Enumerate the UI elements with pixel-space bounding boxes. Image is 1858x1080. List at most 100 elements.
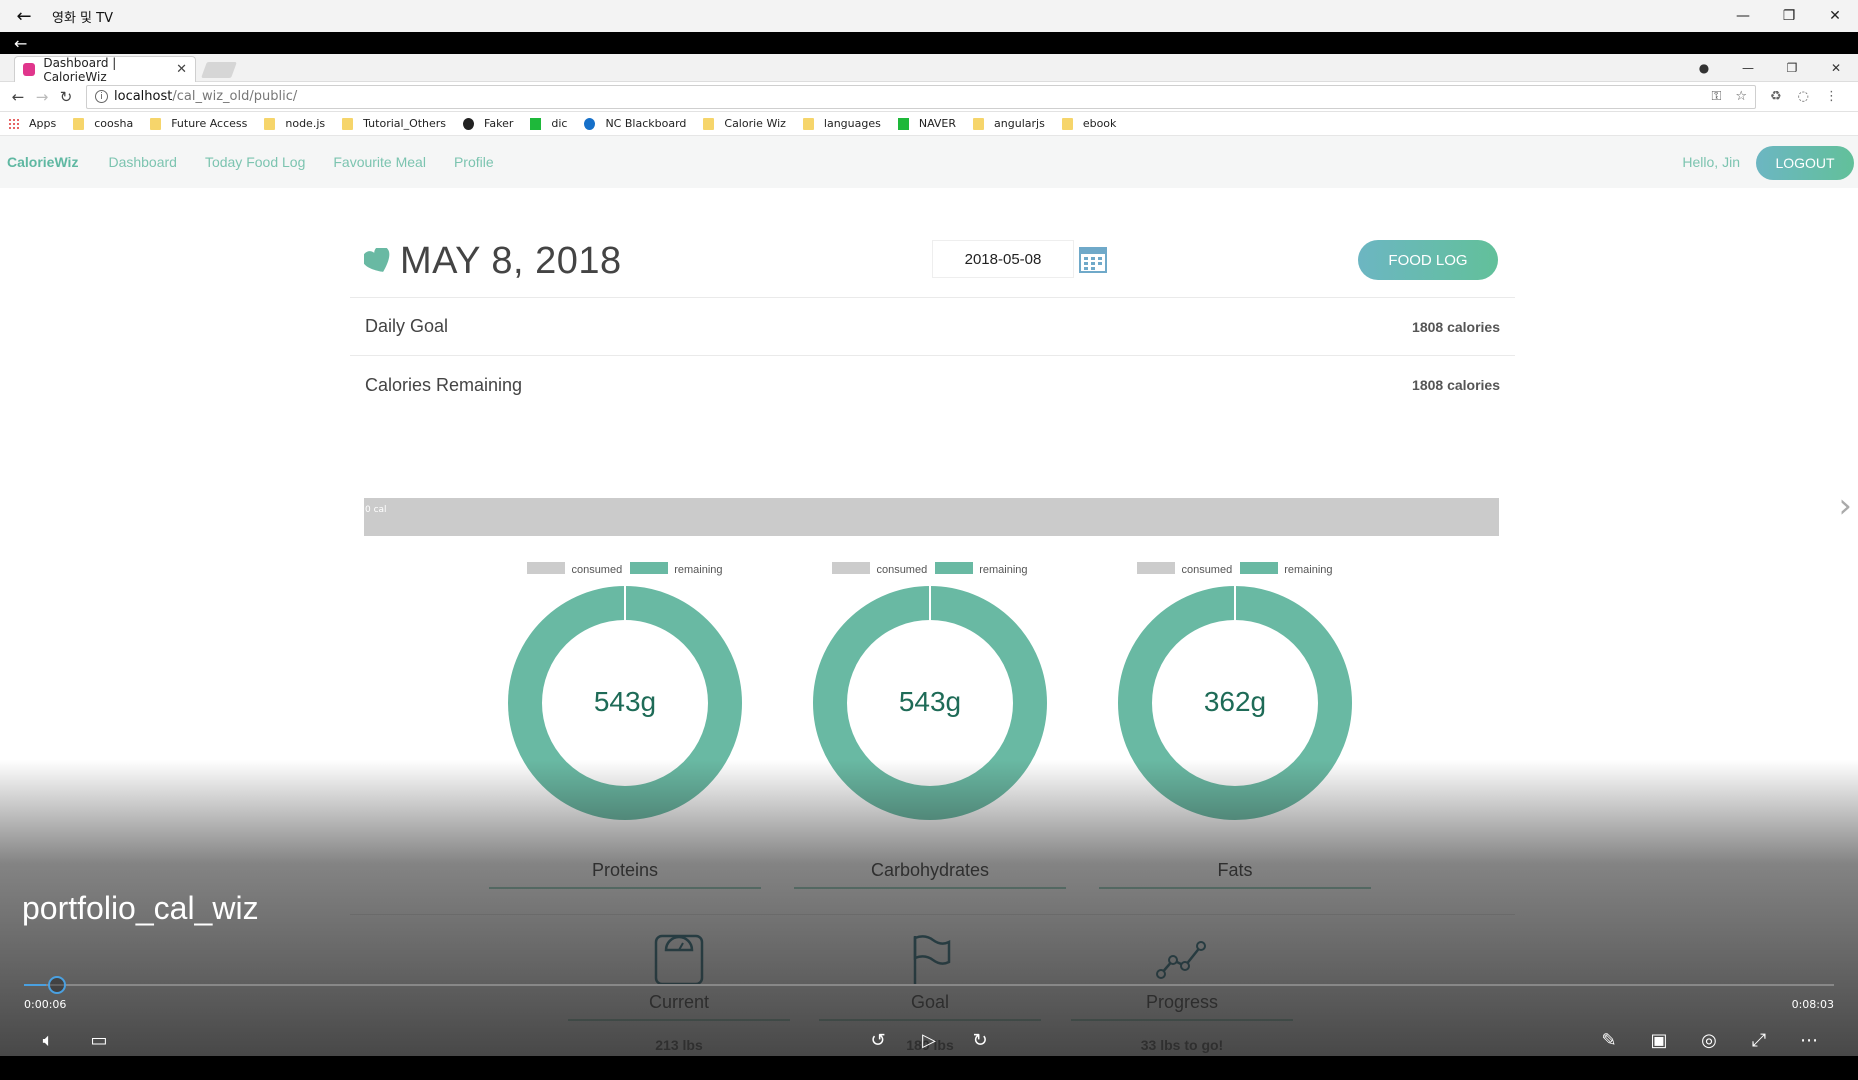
forward-icon[interactable]: → (30, 88, 54, 106)
bookmark-item[interactable]: NAVER (897, 117, 956, 130)
tab-close-icon[interactable]: ✕ (176, 62, 187, 77)
remaining-swatch (1240, 562, 1279, 574)
proteins-donut: consumed remaining 543g (505, 562, 745, 832)
nav-dashboard[interactable]: Dashboard (108, 154, 177, 170)
date-input[interactable]: 2018-05-08 (932, 240, 1074, 278)
total-time: 0:08:03 (1791, 998, 1834, 1011)
apps-icon (8, 117, 19, 130)
extension-2-icon[interactable]: ◌ (1798, 89, 1809, 104)
more-icon[interactable]: ⋯ (1793, 1026, 1825, 1054)
goal-label: Goal (819, 992, 1041, 1021)
browser-tabbar: Dashboard | CalorieWiz ✕ ● — ❐ ✕ (0, 54, 1858, 84)
calorie-progress-bar: 0 cal (364, 498, 1499, 536)
chevron-right-icon[interactable]: › (1838, 486, 1852, 526)
video-back-icon[interactable]: ← (14, 34, 27, 53)
progress-label: Progress (1071, 992, 1293, 1021)
calendar-icon[interactable] (1078, 244, 1108, 274)
nav-profile[interactable]: Profile (454, 154, 494, 170)
bookmark-item[interactable]: node.js (264, 117, 325, 130)
fullscreen-icon[interactable]: ⤢ (1743, 1026, 1775, 1054)
bookmark-item[interactable]: Tutorial_Others (342, 117, 446, 130)
back-icon[interactable]: ← (6, 88, 30, 106)
weight-progress: Progress 33 lbs to go! (1071, 934, 1293, 1053)
bookmark-item[interactable]: Faker (463, 117, 513, 130)
bookmark-item[interactable]: languages (802, 117, 881, 130)
extension-icon[interactable]: ♻ (1770, 89, 1782, 104)
naver-icon (897, 117, 909, 130)
play-icon[interactable]: ▷ (913, 1026, 945, 1054)
bookmark-item[interactable]: Future Access (150, 117, 247, 130)
food-log-button[interactable]: FOOD LOG (1358, 240, 1498, 280)
bookmark-item[interactable]: dic (530, 117, 567, 130)
rewind-10-icon[interactable]: ↺ (862, 1026, 894, 1054)
folder-icon (264, 117, 276, 130)
daily-goal-label: Daily Goal (365, 316, 449, 336)
folder-icon (150, 117, 162, 130)
seek-handle[interactable] (48, 976, 66, 994)
bookmark-item[interactable]: Apps (8, 117, 56, 130)
url-input[interactable]: i localhost /cal_wiz_old/public/ ⚿ ☆ (86, 84, 1756, 109)
bookmark-item[interactable]: angularjs (973, 117, 1045, 130)
nav-favourite-meal[interactable]: Favourite Meal (333, 154, 426, 170)
consumed-swatch (832, 562, 871, 574)
calories-remaining-label: Calories Remaining (365, 374, 523, 395)
github-icon (463, 117, 475, 130)
info-icon[interactable]: i (95, 90, 108, 103)
calories-remaining-row: Calories Remaining 1808 calories (350, 356, 1515, 414)
star-icon[interactable]: ☆ (1735, 89, 1747, 104)
folder-icon (73, 117, 85, 130)
player-app-title: 영화 및 TV (52, 10, 113, 26)
nav-today-food-log[interactable]: Today Food Log (205, 154, 305, 170)
consumed-swatch (1137, 562, 1176, 574)
page-title: MAY 8, 2018 (400, 240, 622, 282)
folder-icon (1061, 117, 1073, 130)
browser-minimize-icon[interactable]: — (1726, 54, 1770, 82)
divider (350, 914, 1515, 915)
carbohydrates-label: Carbohydrates (794, 860, 1066, 889)
carbohydrates-donut: consumed remaining 543g (810, 562, 1050, 832)
proteins-label: Proteins (489, 860, 761, 889)
nc-icon (584, 117, 596, 130)
dashboard-main: MAY 8, 2018 2018-05-08 FOOD LOG Daily Go… (350, 220, 1515, 1053)
current-label: Current (568, 992, 790, 1021)
current-time: 0:00:06 (24, 998, 67, 1011)
browser-tab[interactable]: Dashboard | CalorieWiz ✕ (14, 55, 196, 84)
bookmark-item[interactable]: NC Blackboard (584, 117, 686, 130)
current-weight: Current 213 lbs (568, 934, 790, 1053)
greeting: Hello, Jin (1682, 154, 1740, 170)
subtitles-icon[interactable]: ▭ (83, 1026, 115, 1054)
close-icon[interactable]: ✕ (1812, 0, 1858, 32)
remaining-swatch (935, 562, 974, 574)
brand-link[interactable]: CalorieWiz (7, 154, 78, 170)
browser-restore-icon[interactable]: ❐ (1770, 54, 1814, 82)
bookmark-item[interactable]: ebook (1061, 117, 1116, 130)
volume-icon[interactable]: 🔈︎ (32, 1026, 64, 1054)
current-value: 213 lbs (655, 1037, 703, 1053)
reload-icon[interactable]: ↻ (54, 88, 78, 106)
bookmark-item[interactable]: Calorie Wiz (703, 117, 786, 130)
vr-360-icon[interactable]: ◎ (1693, 1026, 1725, 1054)
proteins-value: 543g (593, 686, 657, 717)
url-host: localhost (114, 89, 173, 104)
bookmark-item[interactable]: coosha (73, 117, 133, 130)
menu-icon[interactable]: ⋮ (1825, 89, 1838, 104)
tab-title: Dashboard | CalorieWiz (43, 55, 117, 84)
mini-view-icon[interactable]: ▣ (1643, 1026, 1675, 1054)
progress-chart-icon (1156, 941, 1206, 979)
new-tab-button[interactable] (201, 62, 237, 78)
back-arrow-icon[interactable]: ← (0, 6, 48, 27)
forward-30-icon[interactable]: ↻ (964, 1026, 996, 1054)
profile-icon[interactable]: ● (1682, 54, 1726, 82)
minimize-icon[interactable]: — (1720, 0, 1766, 32)
seek-bar[interactable] (24, 984, 1834, 986)
calorie-bar-label: 0 cal (365, 505, 387, 515)
edit-icon[interactable]: ✎ (1593, 1026, 1625, 1054)
key-icon[interactable]: ⚿ (1711, 89, 1721, 104)
date-row: MAY 8, 2018 2018-05-08 FOOD LOG (350, 220, 1515, 298)
restore-icon[interactable]: ❐ (1766, 0, 1812, 32)
carbohydrates-value: 543g (898, 686, 962, 717)
fats-label: Fats (1099, 860, 1371, 889)
logout-button[interactable]: LOGOUT (1756, 146, 1854, 180)
flag-icon (913, 935, 951, 984)
browser-close-icon[interactable]: ✕ (1814, 54, 1858, 82)
